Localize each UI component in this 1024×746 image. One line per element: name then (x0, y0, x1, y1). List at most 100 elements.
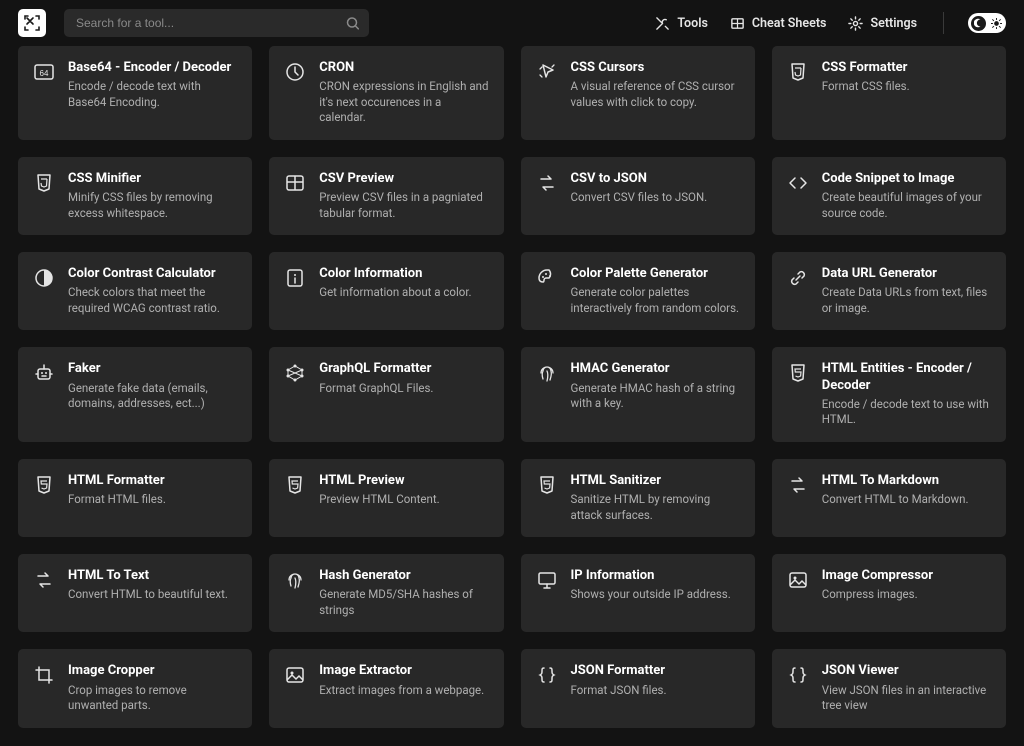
tool-card[interactable]: CSS FormatterFormat CSS files. (772, 46, 1006, 140)
tool-card[interactable]: Image CropperCrop images to remove unwan… (18, 649, 252, 727)
tool-card[interactable]: JSON Formatter Format JSON files. (521, 649, 755, 727)
tool-card[interactable]: HTML To Text Convert HTML to beautiful te… (18, 554, 252, 632)
tool-title: CRON (319, 60, 489, 76)
tool-title: Color Information (319, 266, 489, 282)
tool-card[interactable]: HTML To MarkdownConvert HTML to Markdown… (772, 459, 1006, 537)
html-icon (786, 361, 810, 428)
tool-description: Format CSS files. (822, 79, 992, 95)
tool-card[interactable]: CSS CursorsA visual reference of CSS cur… (521, 46, 755, 140)
crop-icon (32, 663, 56, 713)
tool-title: HTML To Markdown (822, 473, 992, 489)
tool-card[interactable]: CSS MinifierMinify CSS files by removing… (18, 157, 252, 235)
code-icon (786, 171, 810, 221)
app-logo[interactable] (18, 9, 46, 37)
html-icon (32, 473, 56, 523)
tool-card[interactable]: Code Snippet to ImageCreate beautiful im… (772, 157, 1006, 235)
html-icon (283, 473, 307, 523)
tool-title: GraphQL Formatter (319, 361, 489, 377)
header: Tools Cheat Sheets Settings (0, 0, 1024, 46)
tool-card[interactable]: CSV to JSONConvert CSV files to JSON. (521, 157, 755, 235)
tool-description: Create Data URLs from text, files or ima… (822, 285, 992, 316)
tool-description: Encode / decode text with Base64 Encodin… (68, 79, 238, 110)
tool-title: Faker (68, 361, 238, 377)
nav-tools-label: Tools (677, 16, 708, 31)
info-icon (283, 266, 307, 316)
swap-icon (786, 473, 810, 523)
contrast-icon (32, 266, 56, 316)
tool-card[interactable]: HTML Entities - Encoder / DecoderEncode … (772, 347, 1006, 442)
tool-card[interactable]: GraphQL FormatterFormat GraphQL Files. (269, 347, 503, 442)
tool-title: IP Information (571, 568, 741, 584)
tool-title: Code Snippet to Image (822, 171, 992, 187)
tool-title: CSV to JSON (571, 171, 741, 187)
tool-card[interactable]: HTML Formatter Format HTML files. (18, 459, 252, 537)
tool-description: Format HTML files. (68, 492, 238, 508)
tool-title: Image Cropper (68, 663, 238, 679)
tool-title: Image Compressor (822, 568, 992, 584)
tool-card[interactable]: FakerGenerate fake data (emails, domains… (18, 347, 252, 442)
tool-title: HMAC Generator (571, 361, 741, 377)
tool-title: HTML Preview (319, 473, 489, 489)
nav-settings[interactable]: Settings (846, 12, 919, 35)
tool-description: Convert HTML to beautiful text. (68, 587, 238, 603)
tool-title: Color Contrast Calculator (68, 266, 238, 282)
gear-icon (848, 16, 863, 31)
nav-cheat-sheets[interactable]: Cheat Sheets (728, 12, 829, 35)
search-input[interactable] (64, 9, 369, 37)
tool-card[interactable]: IP Information Shows your outside IP addr… (521, 554, 755, 632)
b64-icon (32, 60, 56, 126)
swap-icon (535, 171, 559, 221)
tool-title: JSON Viewer (822, 663, 992, 679)
tool-title: HTML To Text (68, 568, 238, 584)
braces-icon (535, 663, 559, 713)
tool-card[interactable]: JSON Viewer View JSON files in an interac… (772, 649, 1006, 727)
table-icon (283, 171, 307, 221)
tool-description: Preview CSV files in a pagniated tabular… (319, 190, 489, 221)
tool-description: Format JSON files. (571, 683, 741, 699)
tool-card[interactable]: Color Information Get information about a… (269, 252, 503, 330)
tool-title: HTML Entities - Encoder / Decoder (822, 361, 992, 394)
search-wrap (64, 9, 369, 37)
tool-description: View JSON files in an interactive tree v… (822, 683, 992, 714)
nav-cheat-sheets-label: Cheat Sheets (752, 16, 827, 31)
css-icon (786, 60, 810, 126)
nav-tools[interactable]: Tools (653, 12, 710, 35)
tool-title: HTML Formatter (68, 473, 238, 489)
tool-card[interactable]: Base64 - Encoder / Decoder Encode / decod… (18, 46, 252, 140)
tool-title: Base64 - Encoder / Decoder (68, 60, 238, 76)
tool-card[interactable]: HTML PreviewPreview HTML Content. (269, 459, 503, 537)
tool-description: Check colors that meet the required WCAG… (68, 285, 238, 316)
tool-card[interactable]: HTML SanitizerSanitize HTML by removing … (521, 459, 755, 537)
tool-description: Get information about a color. (319, 285, 489, 301)
tool-title: Hash Generator (319, 568, 489, 584)
tool-card[interactable]: HMAC Generator Generate HMAC hash of a st… (521, 347, 755, 442)
tools-icon (655, 16, 670, 31)
tool-card[interactable]: Image Extractor Extract images from a web… (269, 649, 503, 727)
tool-title: JSON Formatter (571, 663, 741, 679)
tool-card[interactable]: Image CompressorCompress images. (772, 554, 1006, 632)
css-icon (32, 171, 56, 221)
tool-description: Extract images from a webpage. (319, 683, 489, 699)
tool-title: CSS Minifier (68, 171, 238, 187)
tool-description: Generate color palettes interactively fr… (571, 285, 741, 316)
search-icon (346, 17, 359, 30)
tool-description: Generate HMAC hash of a string with a ke… (571, 381, 741, 412)
tool-card[interactable]: CRONCRON expressions in English and it's… (269, 46, 503, 140)
robot-icon (32, 361, 56, 428)
tool-description: Shows your outside IP address. (571, 587, 741, 603)
tool-card[interactable]: Data URL GeneratorCreate Data URLs from … (772, 252, 1006, 330)
divider (943, 12, 944, 34)
tool-card[interactable]: Hash GeneratorGenerate MD5/SHA hashes of… (269, 554, 503, 632)
theme-toggle[interactable] (968, 13, 1006, 33)
tool-card[interactable]: Color Contrast Calculator Check colors th… (18, 252, 252, 330)
tool-title: Image Extractor (319, 663, 489, 679)
link-icon (786, 266, 810, 316)
tool-card[interactable]: Color Palette Generator Generate color pa… (521, 252, 755, 330)
clock-icon (283, 60, 307, 126)
tool-card[interactable]: CSV PreviewPreview CSV files in a pagnia… (269, 157, 503, 235)
tool-title: Color Palette Generator (571, 266, 741, 282)
tools-grid: Base64 - Encoder / Decoder Encode / decod… (0, 46, 1024, 746)
html-icon (535, 473, 559, 523)
tool-description: Encode / decode text to use with HTML. (822, 397, 992, 428)
palette-icon (535, 266, 559, 316)
